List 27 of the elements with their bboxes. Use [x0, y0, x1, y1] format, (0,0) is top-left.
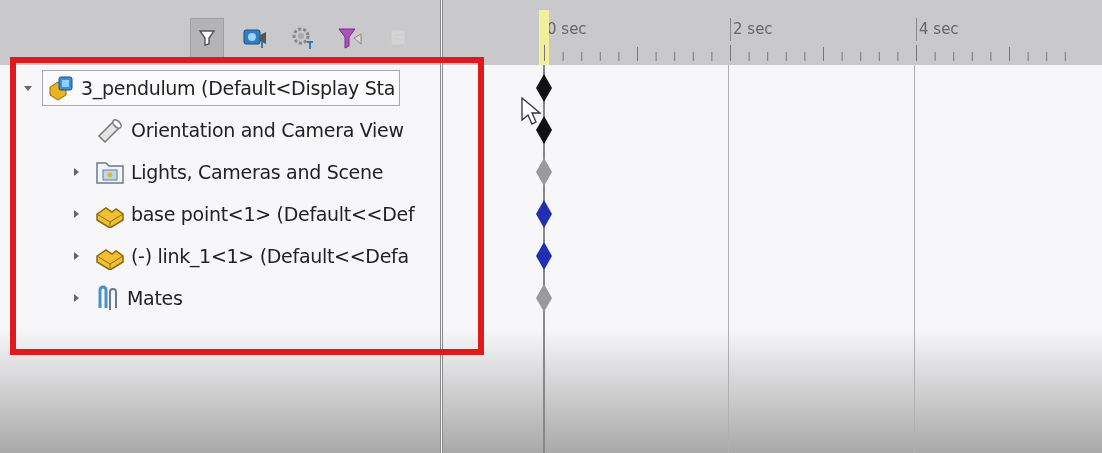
keyframe-icon[interactable] [535, 199, 553, 229]
folder-icon [95, 159, 125, 185]
funnel-icon [338, 25, 364, 50]
tree-item[interactable]: Mates [90, 280, 188, 316]
keyframe-icon[interactable] [535, 115, 553, 145]
tree-item[interactable]: Lights, Cameras and Scene [90, 154, 389, 190]
time-label: 4 sec [916, 18, 1102, 41]
tree-item[interactable]: base point<1> (Default<<Def [90, 196, 420, 232]
tree-item[interactable]: Orientation and Camera View [90, 112, 409, 148]
flashlight-icon [95, 116, 125, 144]
tree-item[interactable]: 3_pendulum (Default<Display Sta [42, 70, 401, 106]
cursor-icon [521, 97, 541, 125]
gear-icon [291, 25, 315, 50]
toolbar-button[interactable] [190, 17, 224, 58]
tree-item-label: Lights, Cameras and Scene [131, 159, 384, 185]
tree-item[interactable]: (-) link_1<1> (Default<<Defa [90, 238, 414, 274]
playhead-marker[interactable] [539, 10, 549, 65]
tree-item-label: Mates [127, 285, 183, 311]
keyframe-icon[interactable] [535, 73, 553, 103]
tree-item-label: Orientation and Camera View [131, 117, 404, 143]
filter-icon [198, 28, 216, 47]
time-label: 2 sec [730, 18, 916, 41]
assembly-icon [47, 75, 75, 101]
keyframe-icon[interactable] [535, 241, 553, 271]
tree-item-label: base point<1> (Default<<Def [131, 201, 415, 227]
tree-item-label: 3_pendulum (Default<Display Sta [81, 75, 396, 102]
tree-item-label: (-) link_1<1> (Default<<Defa [131, 243, 409, 270]
